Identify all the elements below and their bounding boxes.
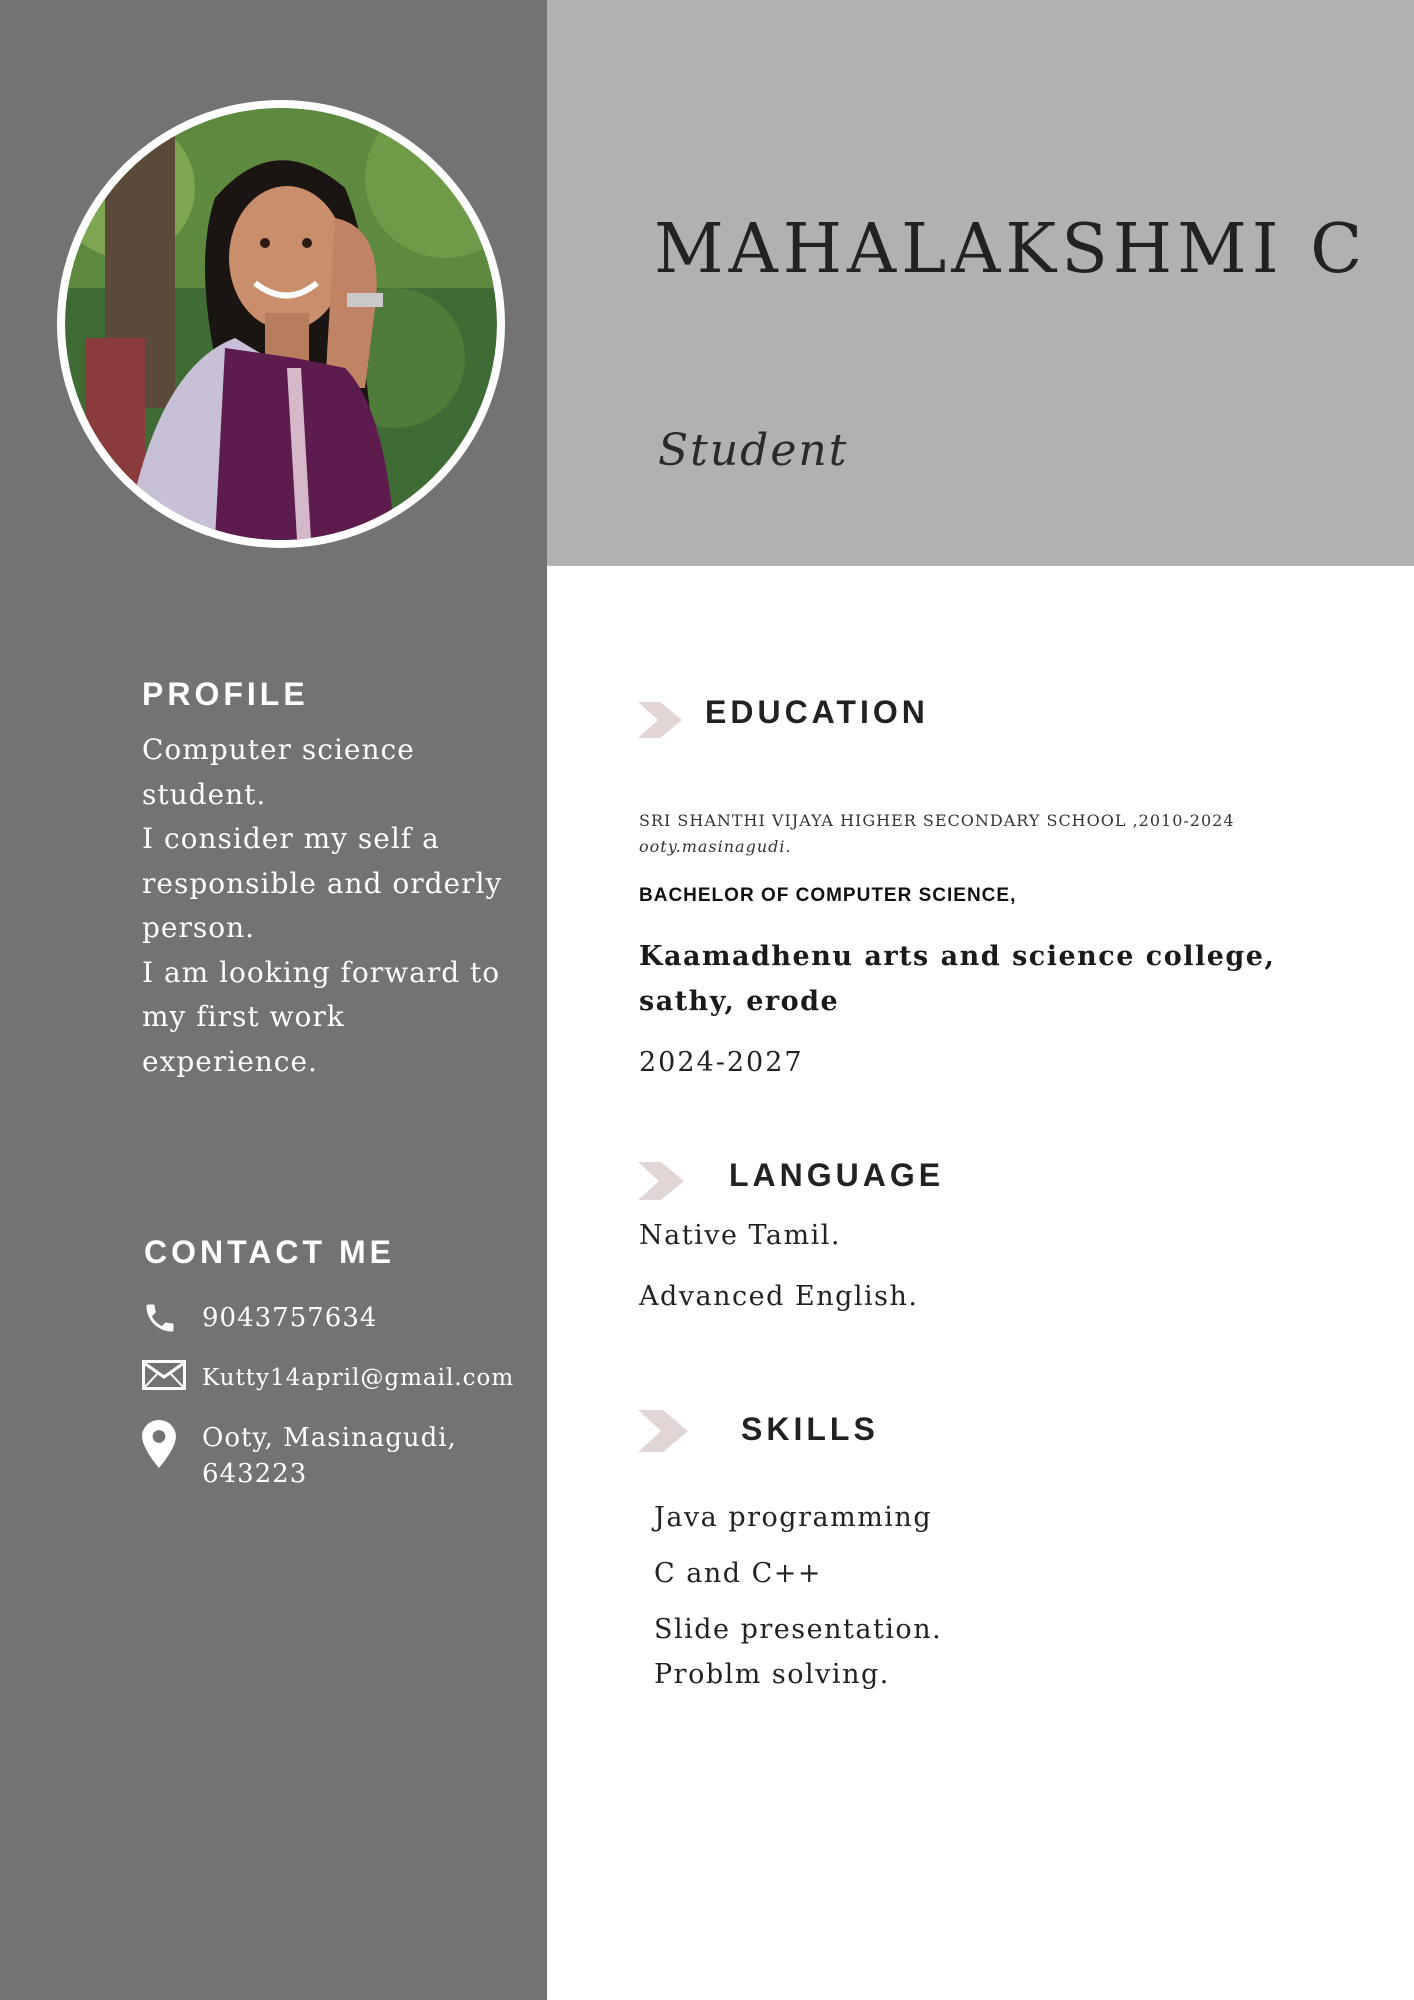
chevron-arrow-icon: [638, 1410, 688, 1452]
skills-heading: SKILLS: [741, 1411, 879, 1447]
profile-line: person.: [142, 911, 256, 944]
location-pin-icon: [142, 1420, 202, 1492]
profile-line: Computer science: [142, 733, 415, 766]
address: Ooty, Masinagudi, 643223: [202, 1420, 457, 1492]
language-heading: LANGUAGE: [729, 1157, 945, 1193]
degree-title: BACHELOR OF COMPUTER SCIENCE,: [639, 885, 1017, 906]
profile-line: I consider my self a: [142, 822, 440, 855]
email-address[interactable]: Kutty14april@gmail.com: [202, 1360, 514, 1396]
skill-item: Java programming: [654, 1502, 933, 1533]
contact-address-row: Ooty, Masinagudi, 643223: [142, 1420, 457, 1492]
school-entry: SRI SHANTHI VIJAYA HIGHER SECONDARY SCHO…: [639, 808, 1235, 860]
school-name: SRI SHANTHI VIJAYA HIGHER SECONDARY SCHO…: [639, 811, 1235, 830]
chevron-arrow-icon: [638, 1162, 684, 1200]
skill-item: C and C++: [654, 1558, 822, 1589]
profile-line: experience.: [142, 1044, 318, 1078]
address-line-2: 643223: [202, 1459, 308, 1489]
college-name: Kaamadhenu arts and science college, sat…: [639, 941, 1276, 1017]
contact-phone-row: 9043757634: [142, 1300, 377, 1340]
profile-heading: PROFILE: [142, 676, 309, 712]
language-item: Advanced English.: [639, 1281, 919, 1312]
profile-line: my first work: [142, 1000, 345, 1033]
phone-number[interactable]: 9043757634: [202, 1300, 377, 1336]
study-years: 2024-2027: [639, 1047, 804, 1078]
job-title: Student: [658, 425, 849, 476]
profile-photo: [57, 100, 505, 548]
profile-line: student.: [142, 777, 267, 811]
education-heading: EDUCATION: [705, 694, 929, 730]
contact-heading: CONTACT ME: [144, 1234, 395, 1270]
envelope-icon: [142, 1360, 202, 1400]
profile-line: I am looking forward to: [142, 955, 501, 989]
skill-item: Problm solving.: [654, 1659, 890, 1690]
address-line-1: Ooty, Masinagudi,: [202, 1423, 457, 1453]
skill-item: Slide presentation.: [654, 1614, 943, 1645]
contact-email-row: Kutty14april@gmail.com: [142, 1360, 514, 1400]
chevron-arrow-icon: [638, 702, 682, 738]
profile-summary: Computer science student. I consider my …: [142, 728, 522, 1084]
phone-icon: [142, 1300, 202, 1340]
school-place: ooty.masinagudi.: [639, 837, 792, 856]
profile-line: responsible and orderly: [142, 866, 503, 900]
candidate-name: MAHALAKSHMI C: [654, 210, 1368, 289]
language-item: Native Tamil.: [639, 1220, 841, 1251]
